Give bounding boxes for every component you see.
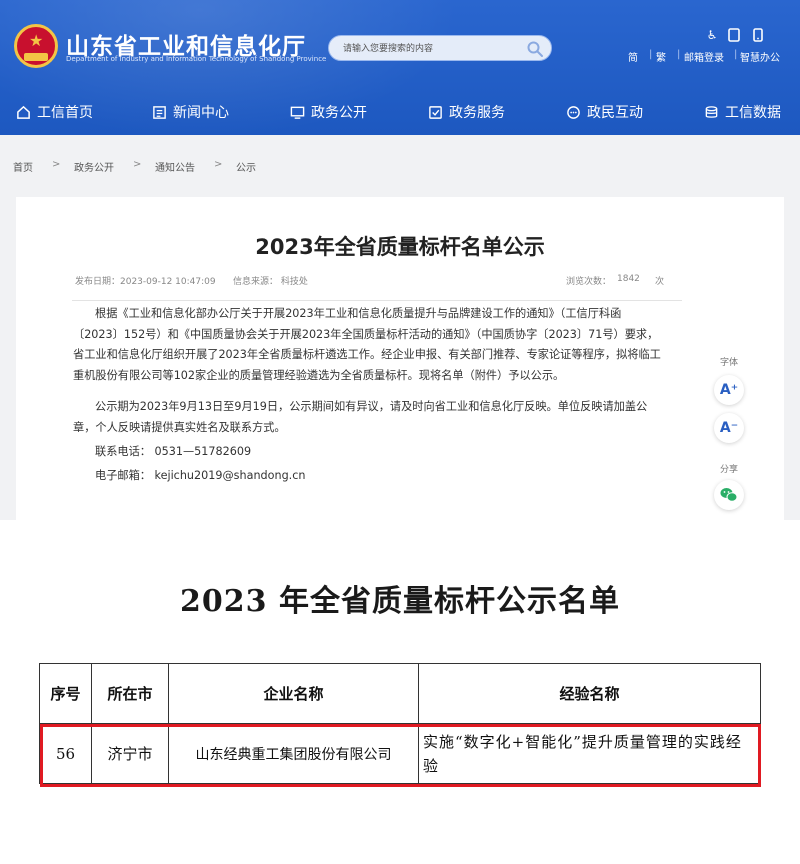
nav-label: 政务服务 bbox=[449, 105, 505, 121]
nav-label: 工信首页 bbox=[37, 105, 93, 121]
font-label: 字体 bbox=[719, 358, 738, 368]
paragraph-line: 章，个人反映请提供真实姓名及联系方式。 bbox=[73, 420, 286, 434]
header-experience: 经验名称 bbox=[418, 663, 761, 724]
nav-news[interactable]: 新闻中心 bbox=[152, 96, 229, 128]
breadcrumb-separator: > bbox=[214, 159, 223, 170]
cell-company: 山东经典重工集团股份有限公司 bbox=[168, 723, 419, 784]
benchmark-table: 序号 所在市 企业名称 经验名称 56 济宁市 山东经典重工集团股份有限公司 实… bbox=[39, 663, 761, 784]
tool-icons: ♿ bbox=[705, 28, 785, 44]
nav-label: 政民互动 bbox=[587, 105, 643, 121]
nav-interaction[interactable]: 政民互动 bbox=[566, 96, 643, 128]
divider: | bbox=[734, 49, 738, 60]
breadcrumb: 首页 > 政务公开 > 通知公告 > 公示 bbox=[0, 135, 800, 197]
simplified-link[interactable]: 简 bbox=[628, 49, 638, 64]
breadcrumb-separator: > bbox=[52, 159, 61, 170]
paragraph-line: 〔2023〕152号）和《中国质量协会关于开展2023年全国质量标杆活动的通知》… bbox=[73, 327, 659, 341]
news-icon bbox=[153, 105, 166, 119]
divider: | bbox=[677, 49, 681, 60]
database-icon bbox=[705, 105, 718, 118]
table-header-row: 序号 所在市 企业名称 经验名称 bbox=[39, 663, 761, 724]
nav-label: 政务公开 bbox=[311, 105, 367, 121]
contact-phone: 联系电话： 0531—51782609 bbox=[95, 445, 252, 458]
header-city: 所在市 bbox=[91, 663, 169, 724]
nav-label: 工信数据 bbox=[725, 105, 781, 121]
site-header: ★ 山东省工业和信息化厅 Department of Industry and … bbox=[0, 0, 800, 135]
paragraph-line: 重机股份有限公司等102家企业的质量管理经验遴选为全省质量标杆。现将名单（附件）… bbox=[73, 368, 565, 382]
breadcrumb-gov-affairs[interactable]: 政务公开 bbox=[74, 159, 114, 174]
breadcrumb-current[interactable]: 公示 bbox=[236, 159, 256, 174]
search-input[interactable] bbox=[343, 40, 513, 57]
info-source: 信息来源： 科技处 bbox=[233, 277, 308, 287]
breadcrumb-home[interactable]: 首页 bbox=[13, 159, 33, 174]
nav-gov-service[interactable]: 政务服务 bbox=[428, 96, 505, 128]
phone-icon[interactable] bbox=[751, 28, 765, 42]
service-icon bbox=[429, 105, 442, 119]
nav-home[interactable]: 工信首页 bbox=[16, 96, 93, 128]
font-increase-button[interactable]: A⁺ bbox=[714, 375, 744, 405]
font-decrease-button[interactable]: A⁻ bbox=[714, 413, 744, 443]
wechat-icon bbox=[720, 488, 738, 502]
contact-email: 电子邮箱： kejichu2019@shandong.cn bbox=[95, 469, 306, 482]
cell-index: 56 bbox=[39, 723, 92, 784]
views-count: 1842 bbox=[617, 274, 640, 284]
top-links: 简 | 繁 | 邮箱登录 | 智慧办公 bbox=[620, 49, 790, 65]
views-label: 浏览次数： bbox=[566, 277, 612, 287]
chat-icon bbox=[567, 105, 580, 119]
star-icon: ★ bbox=[29, 31, 44, 50]
main-nav: 工信首页 新闻中心 政务公开 政务服务 政民互动 工信数据 bbox=[0, 96, 800, 128]
nav-gov-affairs[interactable]: 政务公开 bbox=[290, 96, 367, 128]
breadcrumb-notices[interactable]: 通知公告 bbox=[155, 159, 195, 174]
header-index: 序号 bbox=[39, 663, 92, 724]
emblem-base bbox=[24, 53, 48, 61]
email-login-link[interactable]: 邮箱登录 bbox=[684, 49, 724, 64]
accessibility-icon[interactable]: ♿ bbox=[705, 28, 719, 42]
monitor-icon bbox=[290, 106, 305, 119]
document-title: 2023 年全省质量标杆公示名单 bbox=[180, 584, 620, 619]
article-paragraph-1: 根据《工业和信息化部办公厅关于开展2023年工业和信息化质量提升与品牌建设工作的… bbox=[73, 304, 683, 386]
wechat-share-button[interactable] bbox=[714, 480, 744, 510]
nav-label: 新闻中心 bbox=[173, 105, 229, 121]
article-title: 2023年全省质量标杆名单公示 bbox=[255, 235, 545, 259]
paragraph-line: 公示期为2023年9月13日至9月19日，公示期间如有异议，请及时向省工业和信息… bbox=[95, 400, 648, 413]
header-company: 企业名称 bbox=[168, 663, 419, 724]
paragraph-line: 省工业和信息化厅组织开展了2023年全省质量标杆遴选工作。经企业申报、有关部门推… bbox=[73, 348, 661, 361]
cell-experience: 实施“数字化+智能化”提升质量管理的实践经验 bbox=[418, 723, 761, 784]
emblem-icon: ★ bbox=[14, 24, 58, 68]
font-size-tool: 字体 A⁺ A⁻ bbox=[712, 355, 746, 455]
smart-office-link[interactable]: 智慧办公 bbox=[740, 49, 780, 64]
traditional-link[interactable]: 繁 bbox=[656, 49, 666, 64]
search-icon[interactable] bbox=[525, 39, 545, 59]
search-box bbox=[328, 35, 552, 61]
publish-date: 发布日期：2023-09-12 10:47:09 bbox=[75, 277, 216, 287]
divider bbox=[72, 300, 682, 301]
cell-city: 济宁市 bbox=[91, 723, 169, 784]
nav-data[interactable]: 工信数据 bbox=[704, 96, 781, 128]
table-row: 56 济宁市 山东经典重工集团股份有限公司 实施“数字化+智能化”提升质量管理的… bbox=[39, 723, 761, 784]
tablet-icon[interactable] bbox=[727, 28, 741, 42]
share-label: 分享 bbox=[719, 465, 738, 475]
home-icon bbox=[17, 105, 30, 119]
site-subtitle: Department of Industry and Information T… bbox=[66, 55, 327, 63]
breadcrumb-separator: > bbox=[133, 159, 142, 170]
share-tool: 分享 bbox=[712, 462, 746, 516]
article-paragraph-2: 公示期为2023年9月13日至9月19日，公示期间如有异议，请及时向省工业和信息… bbox=[73, 397, 683, 438]
divider: | bbox=[649, 49, 653, 60]
paragraph-line: 根据《工业和信息化部办公厅关于开展2023年工业和信息化质量提升与品牌建设工作的… bbox=[95, 307, 622, 320]
views-unit: 次 bbox=[655, 277, 665, 287]
